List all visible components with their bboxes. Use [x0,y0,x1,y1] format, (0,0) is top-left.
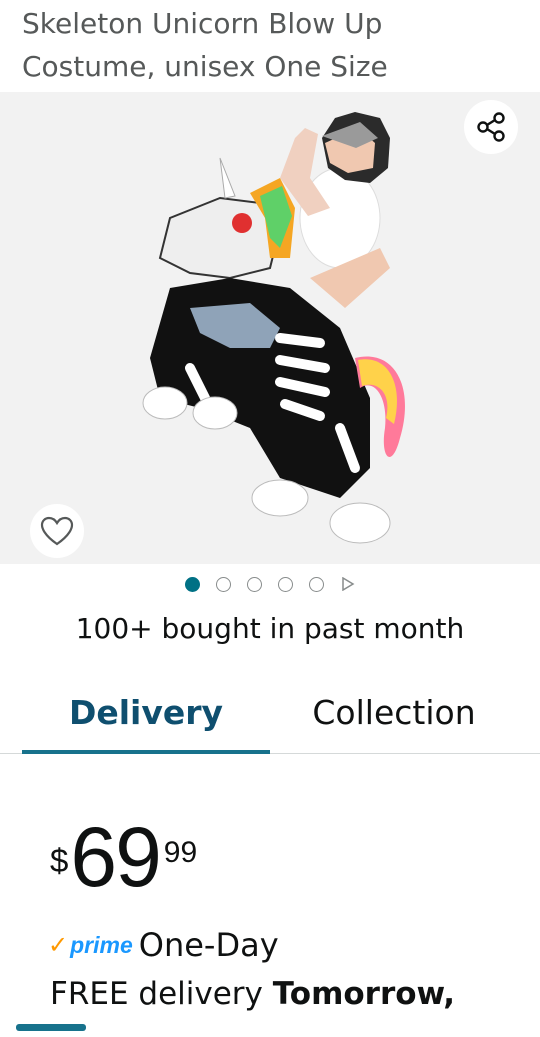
scroll-indicator [16,1024,86,1031]
tab-collection[interactable]: Collection [270,672,518,752]
gallery-pagination[interactable] [0,572,540,596]
bought-in-past-month: 100+ bought in past month [75,612,465,645]
gallery-dot[interactable] [247,576,262,592]
play-icon[interactable] [340,577,355,592]
price-fraction: 99 [163,836,198,869]
price: $ 69 99 [50,812,197,902]
delivery-day: Tomorrow, [272,976,455,1012]
heart-icon [40,516,74,546]
price-currency: $ [50,842,69,879]
share-button[interactable] [464,100,518,154]
prime-logo: prime [70,931,133,958]
gallery-dot[interactable] [278,576,293,592]
gallery-dot[interactable] [185,576,200,592]
tab-delivery[interactable]: Delivery [22,672,270,754]
price-whole: 69 [70,810,161,904]
fulfillment-tabs: Delivery Collection [0,672,540,754]
gallery-dot[interactable] [216,576,231,592]
product-title: Skeleton Unicorn Blow Up Costume, unisex… [22,7,388,83]
product-image-gallery[interactable] [0,92,540,564]
prime-speed: One-Day [138,926,279,964]
prime-badge: ✓ prime One-Day [48,926,279,964]
delivery-prefix: FREE delivery [50,976,263,1012]
product-image[interactable] [130,98,410,558]
delivery-message: FREE delivery Tomorrow, [50,976,455,1012]
add-to-wishlist-button[interactable] [30,504,84,558]
prime-check-icon: ✓ [48,931,69,959]
gallery-dot[interactable] [309,576,324,592]
share-icon [477,112,505,142]
